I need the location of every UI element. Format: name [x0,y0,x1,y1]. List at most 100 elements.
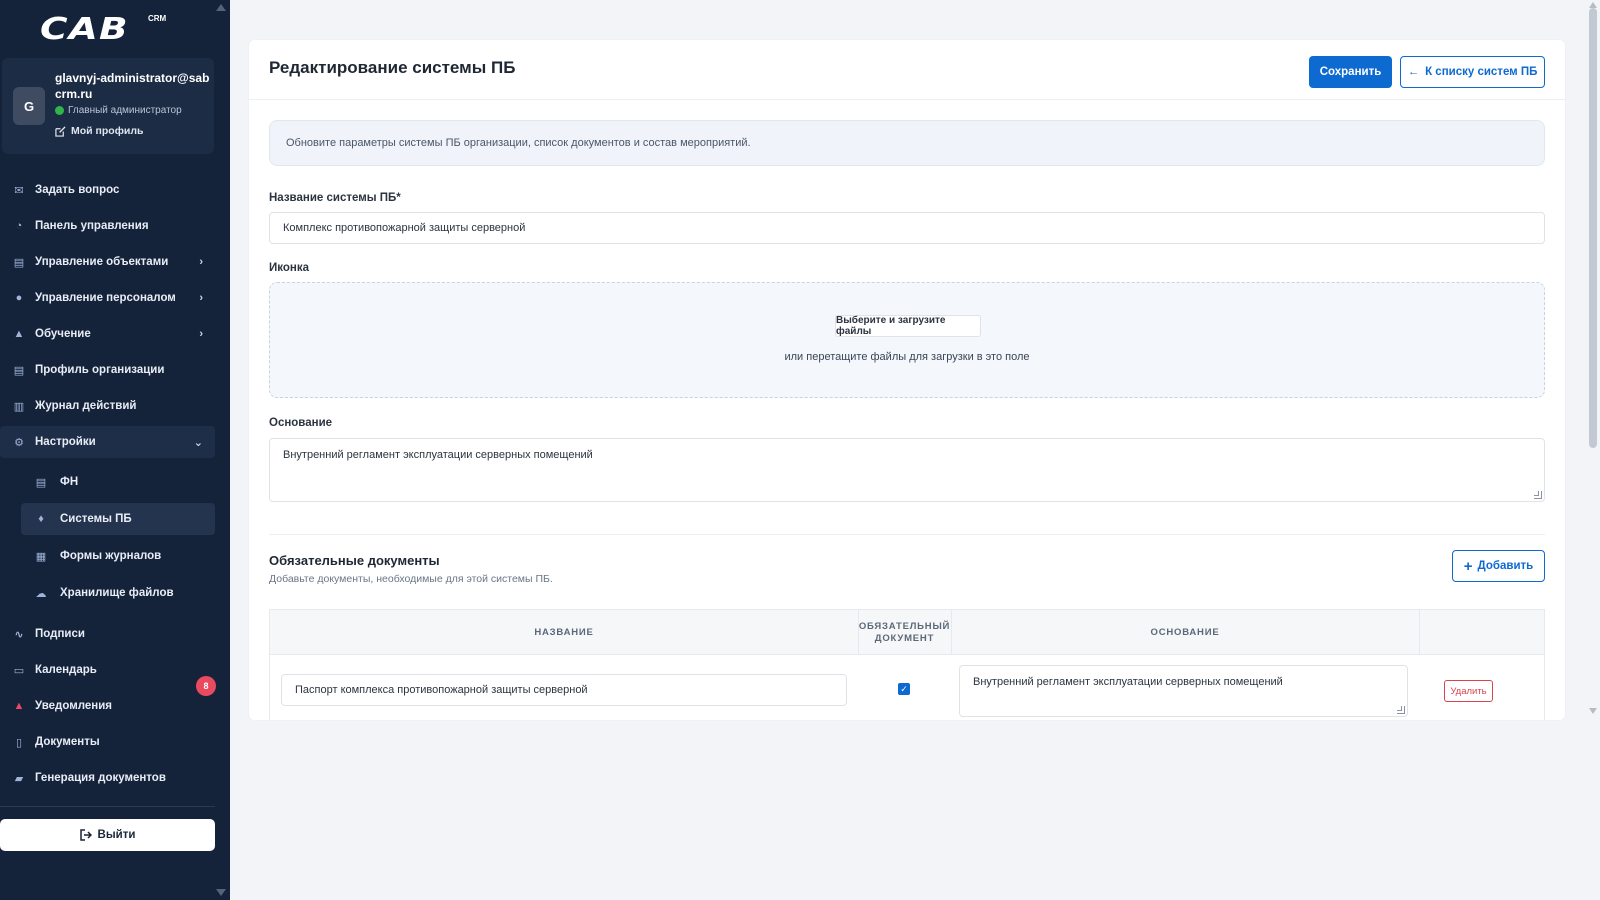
chevron-right-icon: › [199,328,203,340]
sidebar-item-fn[interactable]: ▤ ФН [0,466,215,498]
sidebar-item-label: Журнал действий [35,400,137,412]
notifications-count-badge: 8 [196,676,216,696]
sign-out-icon [79,829,92,841]
dropzone-hint: или перетащите файлы для загрузки в это … [784,351,1030,363]
sidebar-item-label: ФН [60,476,79,488]
clipboard-icon: ▥ [13,400,25,413]
user-role-label: Главный администратор [68,105,182,116]
envelope-icon: ✉ [14,184,24,197]
required-docs-subtitle: Добавьте документы, необходимые для этой… [269,573,553,585]
delete-document-button[interactable]: Удалить [1444,680,1493,702]
sidebar-item-calendar[interactable]: ▭ Календарь [0,654,215,686]
resize-handle-icon[interactable] [1397,706,1405,714]
doc-required-checkbox[interactable]: ✓ [898,683,910,695]
system-name-input[interactable]: Комплекс противопожарной защиты серверно… [269,212,1545,244]
logo-badge: CRM [148,14,167,23]
sidebar-item-personnel[interactable]: ● Управление персоналом › [0,282,215,314]
sidebar-item-label: Подписи [35,628,85,640]
required-docs-table: НАЗВАНИЕ ОБЯЗАТЕЛЬНЫЙ ДОКУМЕНТ ОСНОВАНИЕ… [269,609,1545,720]
icon-label: Иконка [269,262,309,274]
sidebar-item-action-log[interactable]: ▥ Журнал действий [0,390,215,422]
my-profile-link[interactable]: Мой профиль [55,125,143,137]
page-scrollbar[interactable] [1586,0,1600,900]
user-card: G glavnyj-administrator@sabcrm.ru Главны… [2,58,214,154]
sidebar-item-label: Задать вопрос [35,184,120,196]
sidebar-item-label: Хранилище файлов [60,587,174,599]
cloud-icon: ☁ [35,587,47,600]
sidebar-item-dashboard[interactable]: ◔ Панель управления [0,210,215,242]
sidebar-item-org-profile[interactable]: ▤ Профиль организации [0,354,215,386]
sidebar-item-label: Обучение [35,328,91,340]
scroll-thumb[interactable] [1589,8,1597,448]
back-to-list-label: К списку систем ПБ [1425,66,1538,78]
graduation-cap-icon: ▲ [13,328,25,340]
edit-icon [55,125,66,137]
sidebar-item-label: Документы [35,736,100,748]
sidebar-scroll-up-icon[interactable] [216,4,226,11]
chevron-right-icon: › [199,292,203,304]
info-banner: Обновите параметры системы ПБ организаци… [269,120,1545,166]
sidebar-item-notifications[interactable]: ▲ Уведомления [0,690,215,722]
basis-textarea-value: Внутренний регламент эксплуатации сервер… [283,449,593,461]
sidebar-item-ask-question[interactable]: ✉ Задать вопрос [0,174,215,206]
sidebar-item-label: Генерация документов [35,772,166,784]
cogs-icon: ⚙ [14,436,24,449]
sidebar: CAB CRM G glavnyj-administrator@sabcrm.r… [0,0,230,900]
sidebar-item-doc-generation[interactable]: ▰ Генерация документов [0,762,215,794]
arrow-left-icon: ← [1407,66,1420,78]
app-logo[interactable]: CAB CRM [40,12,166,47]
sidebar-item-file-storage[interactable]: ☁ Хранилище файлов [0,577,215,609]
sidebar-item-signatures[interactable]: ∿ Подписи [0,618,215,650]
sidebar-item-journal-forms[interactable]: ▦ Формы журналов [0,540,215,572]
online-status-icon [55,106,64,115]
scroll-down-icon[interactable] [1589,708,1597,714]
section-divider [269,534,1545,535]
sidebar-item-label: Профиль организации [35,364,165,376]
building-icon: ▤ [13,364,25,377]
building-icon: ▤ [35,476,47,489]
add-document-button[interactable]: + Добавить [1452,550,1545,582]
edit-pb-system-card: Редактирование системы ПБ Сохранить ← К … [249,40,1565,720]
file-icon: ▯ [15,736,23,749]
sidebar-item-objects[interactable]: ▤ Управление объектами › [0,246,215,278]
sidebar-item-label: Системы ПБ [60,513,132,525]
card-header: Редактирование системы ПБ Сохранить ← К … [249,40,1565,100]
icon-dropzone[interactable]: Выберите и загрузите файлы или перетащит… [269,282,1545,398]
back-to-list-button[interactable]: ← К списку систем ПБ [1400,56,1545,88]
sidebar-item-training[interactable]: ▲ Обучение › [0,318,215,350]
column-header-actions [1419,610,1546,655]
sidebar-item-settings[interactable]: ⚙ Настройки ⌄ [0,426,215,458]
basis-label: Основание [269,417,333,429]
column-header-basis: ОСНОВАНИЕ [1150,626,1220,638]
signature-icon: ∿ [14,628,24,641]
column-header-name: НАЗВАНИЕ [534,626,594,638]
sidebar-item-label: Формы журналов [60,550,162,562]
logout-button[interactable]: Выйти [0,819,215,851]
resize-handle-icon[interactable] [1534,491,1542,499]
calendar-icon: ▭ [13,664,25,677]
sidebar-scroll-down-icon[interactable] [216,889,226,896]
upload-files-button[interactable]: Выберите и загрузите файлы [835,315,981,337]
sidebar-item-pb-systems[interactable]: ♦ Системы ПБ [21,503,215,535]
doc-name-input[interactable]: Паспорт комплекса противопожарной защиты… [281,674,847,706]
sidebar-item-documents[interactable]: ▯ Документы [0,726,215,758]
user-email: glavnyj-administrator@sabcrm.ru [55,71,210,101]
plus-icon: + [1463,557,1473,575]
doc-basis-textarea[interactable]: Внутренний регламент эксплуатации сервер… [959,665,1408,717]
basis-textarea[interactable]: Внутренний регламент эксплуатации сервер… [269,438,1545,502]
save-button[interactable]: Сохранить [1309,56,1392,88]
required-docs-title: Обязательные документы [269,553,440,568]
chevron-down-icon: ⌄ [193,436,203,449]
my-profile-label: Мой профиль [71,125,144,137]
sidebar-item-label: Уведомления [35,700,112,712]
user-role: Главный администратор [55,105,182,116]
chevron-right-icon: › [199,256,203,268]
doc-basis-value: Внутренний регламент эксплуатации сервер… [973,676,1283,688]
bell-icon: ▲ [13,700,25,712]
folder-open-icon: ▰ [14,772,24,785]
column-header-required: ОБЯЗАТЕЛЬНЫЙ ДОКУМЕНТ [858,620,951,644]
avatar: G [13,87,45,125]
building-icon: ▤ [13,256,25,269]
dashboard-icon: ◔ [15,220,23,232]
sidebar-item-label: Настройки [35,436,96,448]
